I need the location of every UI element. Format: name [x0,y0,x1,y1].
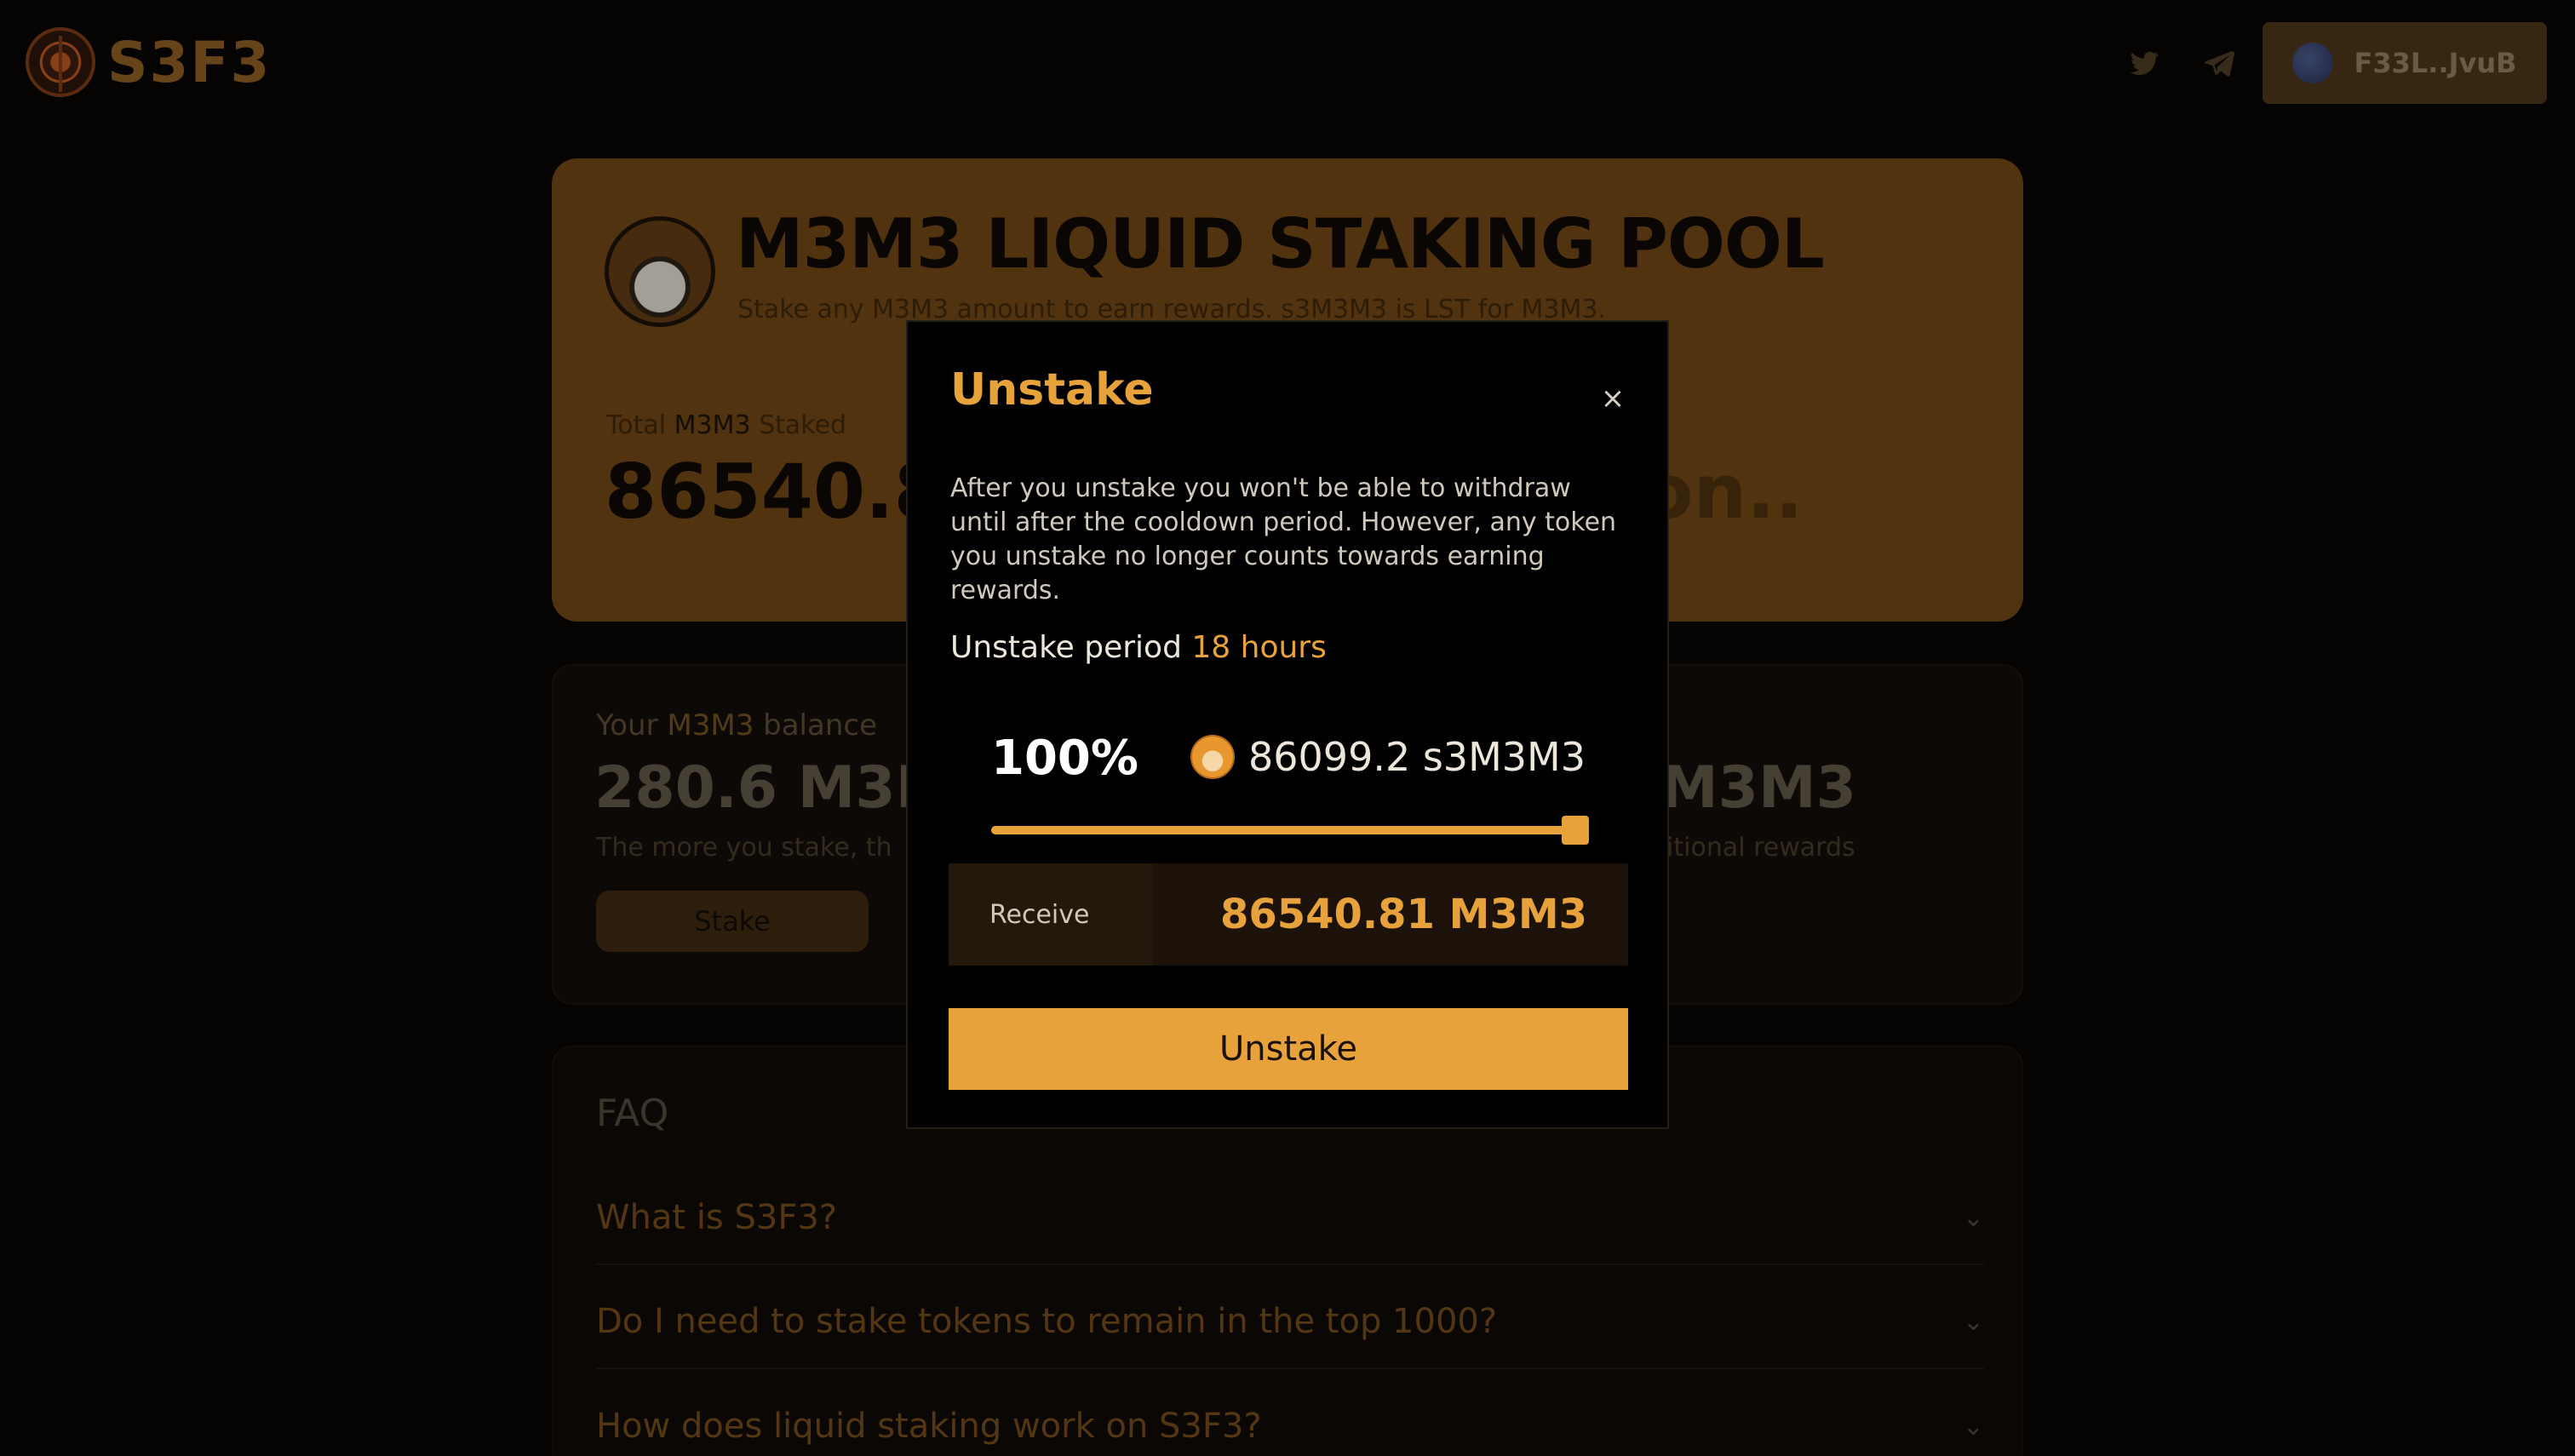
amount-slider[interactable] [991,814,1589,845]
token-amount-value: 86099.2 s3M3M3 [1248,734,1586,780]
unstake-button[interactable]: Unstake [949,1008,1628,1090]
unstake-modal: Unstake × After you unstake you won't be… [906,320,1669,1129]
percent-label: 100% [991,731,1139,786]
modal-title: Unstake [950,364,1154,416]
s3m3m3-token-icon [1190,735,1235,779]
receive-value: 86540.81 M3M3 [1219,891,1587,938]
unstake-period-value: 18 hours [1191,630,1327,665]
receive-box: Receive 86540.81 M3M3 [949,863,1628,966]
receive-label: Receive [949,863,1153,966]
slider-thumb[interactable] [1562,816,1589,845]
modal-description: After you unstake you won't be able to w… [950,473,1617,605]
close-icon[interactable]: × [1596,381,1630,416]
unstake-period-label: Unstake period [950,630,1182,665]
token-amount: 86099.2 s3M3M3 [1190,734,1586,780]
slider-fill [991,826,1589,834]
unstake-period: Unstake period 18 hours [950,630,1327,665]
